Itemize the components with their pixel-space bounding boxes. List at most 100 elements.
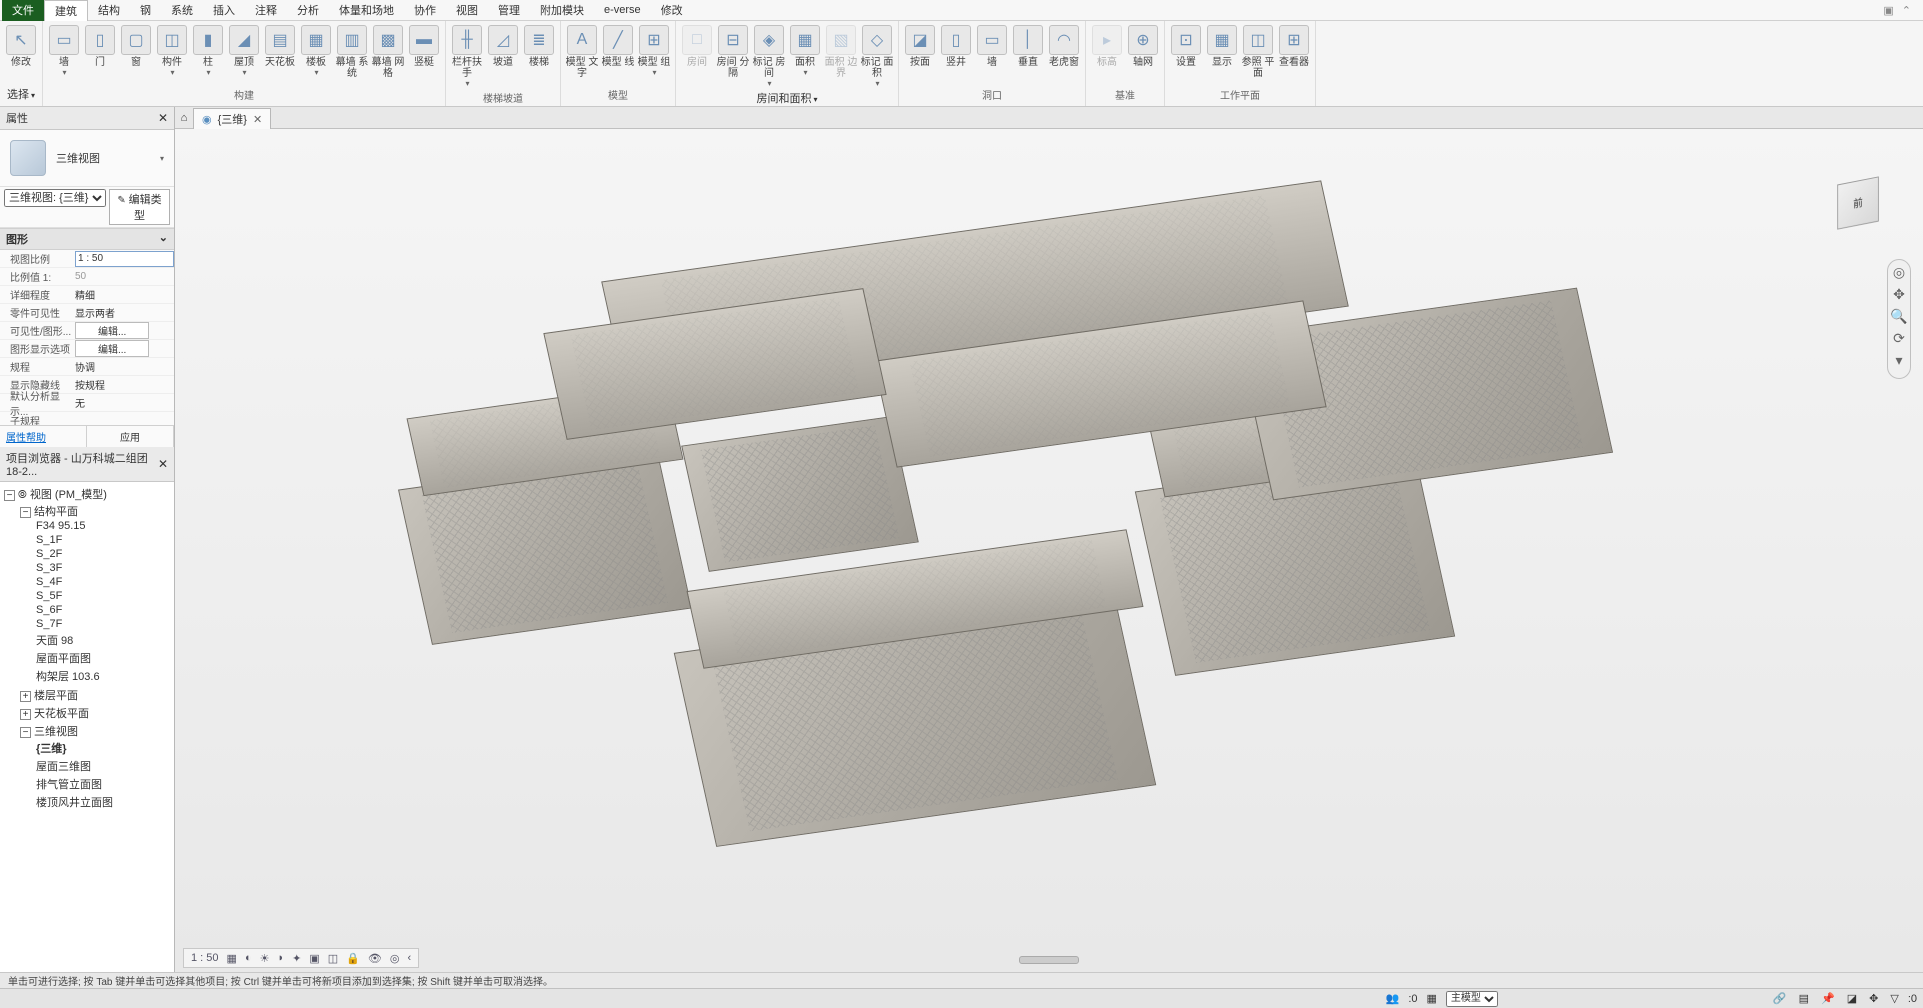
property-row[interactable]: 规程协调 bbox=[0, 358, 174, 376]
ceiling-button[interactable]: ▤天花板 bbox=[263, 23, 297, 81]
tab-insert[interactable]: 插入 bbox=[203, 0, 245, 21]
viewport-canvas[interactable]: 前 ◎ ✥ 🔍 ⟳ ▾ 1 : 50 ▦ ◐ ☀ ◗ ✦ ▣ ◫ 🔒 👁 ◎ bbox=[175, 129, 1923, 972]
select-underlay-icon[interactable]: ▤ bbox=[1796, 992, 1812, 1005]
tab-modify[interactable]: 修改 bbox=[651, 0, 693, 21]
model-select[interactable]: 主模型 bbox=[1446, 991, 1498, 1007]
project-tree[interactable]: −⦾ 视图 (PM_模型) −结构平面 F34 95.15S_1FS_2FS_3… bbox=[0, 482, 174, 972]
tree-leaf[interactable]: 排气管立面图 bbox=[36, 775, 172, 793]
tree-node-3d[interactable]: 三维视图 bbox=[34, 726, 78, 738]
crop-icon[interactable]: ▣ bbox=[306, 952, 322, 965]
tree-node-struct[interactable]: 结构平面 bbox=[34, 506, 78, 518]
tree-toggle[interactable]: + bbox=[20, 709, 31, 720]
detail-level-icon[interactable]: ▦ bbox=[224, 952, 240, 965]
ramp-button[interactable]: ◿坡道 bbox=[486, 23, 520, 90]
properties-help-link[interactable]: 属性帮助 bbox=[0, 426, 87, 447]
vertical-button[interactable]: │垂直 bbox=[1011, 23, 1045, 70]
tree-leaf[interactable]: S_7F bbox=[36, 617, 172, 631]
close-icon[interactable]: ✕ bbox=[158, 111, 168, 125]
apply-button[interactable]: 应用 bbox=[87, 426, 174, 447]
panel-toggle-icon[interactable]: ▣ bbox=[1883, 4, 1893, 17]
tab-massing[interactable]: 体量和场地 bbox=[329, 0, 404, 21]
room-tag-button[interactable]: ◈标记 房间▾ bbox=[752, 23, 786, 90]
view-tab-3d[interactable]: ◉ {三维} ✕ bbox=[193, 108, 271, 129]
window-button[interactable]: ▢窗 bbox=[119, 23, 153, 81]
stair-button[interactable]: ≣楼梯 bbox=[522, 23, 556, 90]
set-button[interactable]: ⊡设置 bbox=[1169, 23, 1203, 81]
tree-toggle[interactable]: + bbox=[20, 691, 31, 702]
by-face-button[interactable]: ◪按面 bbox=[903, 23, 937, 70]
property-row[interactable]: 默认分析显示...无 bbox=[0, 394, 174, 412]
area-tag-button[interactable]: ◇标记 面积▾ bbox=[860, 23, 894, 90]
grid-button[interactable]: ⊕轴网 bbox=[1126, 23, 1160, 70]
area-boundary-button[interactable]: ▧面积 边界 bbox=[824, 23, 858, 90]
show-button[interactable]: ▦显示 bbox=[1205, 23, 1239, 81]
lock-3d-icon[interactable]: 🔒 bbox=[343, 952, 363, 965]
area-button[interactable]: ▦面积▾ bbox=[788, 23, 822, 90]
column-button[interactable]: ▮柱▾ bbox=[191, 23, 225, 81]
edit-type-button[interactable]: ✎ 编辑类型 bbox=[109, 189, 170, 225]
property-row[interactable]: 视图比例 bbox=[0, 250, 174, 268]
modify-button[interactable]: ↖修改 bbox=[4, 23, 38, 70]
tree-leaf[interactable]: S_6F bbox=[36, 603, 172, 617]
tab-analyze[interactable]: 分析 bbox=[287, 0, 329, 21]
model-text-button[interactable]: A模型 文字 bbox=[565, 23, 599, 81]
component-button[interactable]: ◫构件▾ bbox=[155, 23, 189, 81]
wall-opening-button[interactable]: ▭墙 bbox=[975, 23, 1009, 70]
level-button[interactable]: ▸标高 bbox=[1090, 23, 1124, 70]
drag-icon[interactable]: ✥ bbox=[1866, 992, 1881, 1005]
tree-leaf[interactable]: 天面 98 bbox=[36, 631, 172, 649]
room-separator-button[interactable]: ⊟房间 分隔 bbox=[716, 23, 750, 90]
reveal-icon[interactable]: ◎ bbox=[387, 952, 403, 965]
ref-plane-button[interactable]: ◫参照 平面 bbox=[1241, 23, 1275, 81]
tree-leaf[interactable]: S_4F bbox=[36, 575, 172, 589]
property-row[interactable]: 图形显示选项编辑... bbox=[0, 340, 174, 358]
horizontal-scrollbar[interactable] bbox=[969, 956, 1129, 966]
filter-icon[interactable]: ▽ bbox=[1887, 992, 1901, 1005]
tree-leaf[interactable]: S_3F bbox=[36, 561, 172, 575]
property-row[interactable]: 比例值 1:50 bbox=[0, 268, 174, 286]
sun-path-icon[interactable]: ☀ bbox=[257, 952, 273, 965]
tree-leaf[interactable]: {三维} bbox=[36, 739, 172, 757]
tab-view[interactable]: 视图 bbox=[446, 0, 488, 21]
tree-leaf[interactable]: S_2F bbox=[36, 547, 172, 561]
tree-leaf[interactable]: 构架层 103.6 bbox=[36, 667, 172, 685]
tab-steel[interactable]: 钢 bbox=[130, 0, 161, 21]
model-group-button[interactable]: ⊞模型 组▾ bbox=[637, 23, 671, 81]
tree-leaf[interactable]: F34 95.15 bbox=[36, 519, 172, 533]
tab-structure[interactable]: 结构 bbox=[88, 0, 130, 21]
curtain-system-button[interactable]: ▥幕墙 系统 bbox=[335, 23, 369, 81]
floor-button[interactable]: ▦楼板▾ bbox=[299, 23, 333, 81]
tab-annotate[interactable]: 注释 bbox=[245, 0, 287, 21]
tree-leaf[interactable]: S_5F bbox=[36, 589, 172, 603]
tab-systems[interactable]: 系统 bbox=[161, 0, 203, 21]
view-cube[interactable]: 前 bbox=[1823, 169, 1893, 239]
door-button[interactable]: ▯门 bbox=[83, 23, 117, 81]
workset-icon[interactable]: 👥 bbox=[1383, 992, 1403, 1005]
shaft-button[interactable]: ▯竖井 bbox=[939, 23, 973, 70]
tab-architecture[interactable]: 建筑 bbox=[44, 0, 88, 21]
tree-node-ceil[interactable]: 天花板平面 bbox=[34, 708, 89, 720]
editable-only-icon[interactable]: ▦ bbox=[1424, 992, 1440, 1005]
tree-leaf[interactable]: 楼顶风井立面图 bbox=[36, 793, 172, 811]
viewer-button[interactable]: ⊞查看器 bbox=[1277, 23, 1311, 81]
pan-icon[interactable]: ✥ bbox=[1888, 286, 1910, 308]
tree-toggle[interactable]: − bbox=[4, 490, 15, 501]
tree-leaf[interactable]: S_1F bbox=[36, 533, 172, 547]
railing-button[interactable]: ╫栏杆扶手▾ bbox=[450, 23, 484, 90]
scale-control[interactable]: 1 : 50 bbox=[188, 952, 222, 964]
chevron-up-icon[interactable]: ⌃ bbox=[1902, 4, 1911, 17]
tree-node-floor[interactable]: 楼层平面 bbox=[34, 690, 78, 702]
wall-button[interactable]: ▭墙▾ bbox=[47, 23, 81, 81]
mullion-button[interactable]: ▬竖梃 bbox=[407, 23, 441, 81]
tree-leaf[interactable]: 屋面平面图 bbox=[36, 649, 172, 667]
tree-toggle[interactable]: − bbox=[20, 727, 31, 738]
curtain-grid-button[interactable]: ▩幕墙 网格 bbox=[371, 23, 405, 81]
zoom-icon[interactable]: 🔍 bbox=[1888, 308, 1910, 330]
full-nav-wheel-icon[interactable]: ◎ bbox=[1888, 264, 1910, 286]
tab-addins[interactable]: 附加模块 bbox=[530, 0, 594, 21]
tree-toggle[interactable]: − bbox=[20, 507, 31, 518]
select-face-icon[interactable]: ◪ bbox=[1844, 992, 1860, 1005]
edit-button[interactable]: 编辑... bbox=[75, 340, 149, 357]
model-line-button[interactable]: ╱模型 线 bbox=[601, 23, 635, 81]
edit-button[interactable]: 编辑... bbox=[75, 322, 149, 339]
